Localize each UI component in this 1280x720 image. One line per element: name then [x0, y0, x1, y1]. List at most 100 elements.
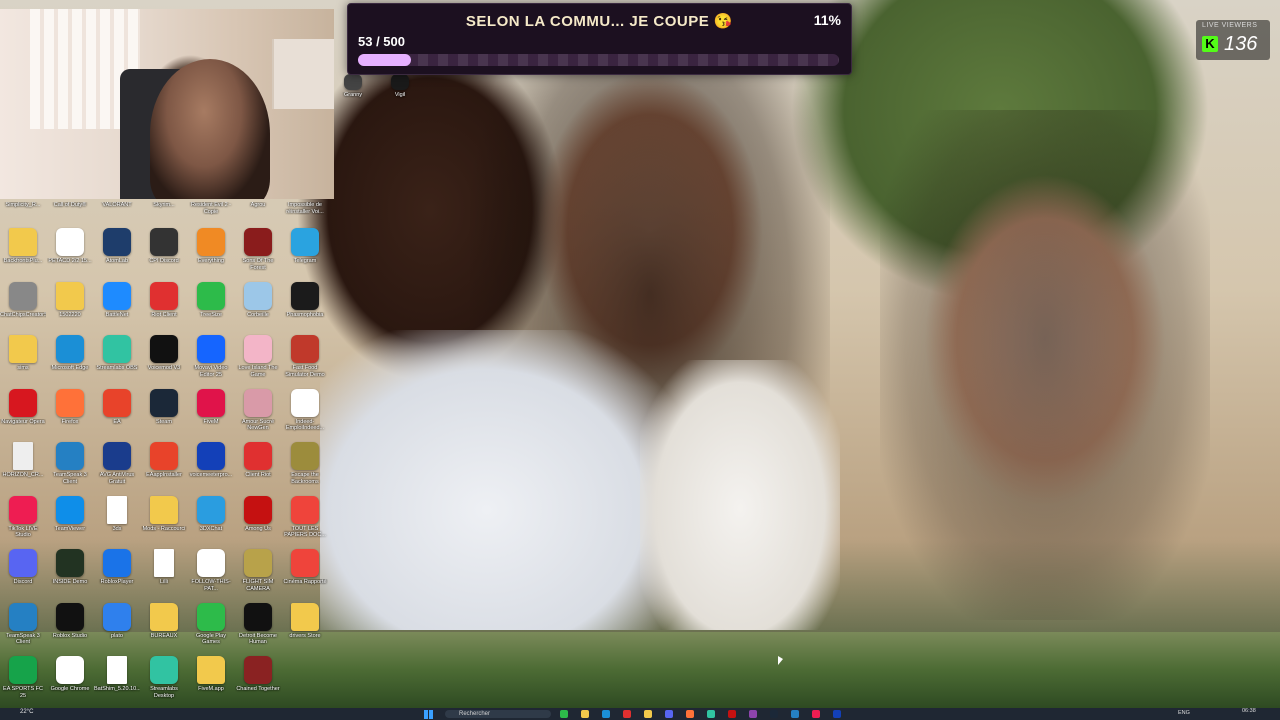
desktop-icon-label: Movavi Video Editor 25 [194, 365, 228, 378]
desktop-icon[interactable]: TikTok LIVE Studio [0, 495, 46, 548]
desktop-icon[interactable]: Everything [188, 228, 234, 280]
desktop-icon[interactable]: BattleNet [94, 281, 140, 334]
desktop-icon[interactable]: Lilli [141, 549, 187, 601]
desktop-icon[interactable]: BackfrontsPlu... [0, 228, 46, 280]
desktop-icon[interactable]: Escape the Backrooms [282, 442, 328, 494]
desktop-icon[interactable]: Google Chrome [47, 656, 93, 708]
desktop-icon[interactable]: 1502220 [47, 281, 93, 334]
desktop-icon[interactable]: CPI Discord [141, 228, 187, 280]
taskbar-app-icon[interactable] [749, 710, 757, 718]
desktop-icon[interactable]: Steam [141, 388, 187, 441]
desktop-icon[interactable]: Fast Food Simulator Demo [282, 335, 328, 387]
desktop-icon[interactable]: TOUT LES PAPIERS DOC... [282, 495, 328, 548]
desktop-icon[interactable]: Roblox Studio [47, 602, 93, 655]
desktop-icon[interactable]: Detroit Become Human [235, 602, 281, 655]
desktop-icon[interactable]: Vigil [377, 74, 423, 104]
taskbar-app-icon[interactable] [602, 710, 610, 718]
desktop-icon[interactable]: Corbeille [235, 281, 281, 334]
desktop-icon[interactable]: Riot Client [141, 281, 187, 334]
desktop-icon-label: Chained Together [236, 686, 280, 692]
desktop-icon[interactable]: sims [0, 335, 46, 387]
desktop-icon[interactable]: EA SPORTS FC 25 [0, 656, 46, 708]
desktop-icon-label: TreeSize [200, 311, 222, 318]
taskbar-language[interactable]: ENG [1178, 710, 1190, 716]
desktop-icon-label: AVG AntiVirus Gratuit [99, 472, 135, 485]
desktop-icon[interactable]: FiveM.app [188, 656, 234, 708]
desktop-icon[interactable]: Indeed-EmploiIndeed... [282, 388, 328, 441]
desktop-icon[interactable]: Voicemod V3 [141, 335, 187, 387]
desktop-icon[interactable]: TeamViewer [47, 495, 93, 548]
desktop-icon[interactable]: Impossible de réinstaller Voi... [282, 198, 328, 222]
desktop-icon[interactable]: TeamSpeak 3 Client [47, 442, 93, 494]
desktop-icon[interactable]: Firefox [47, 388, 93, 441]
taskbar-app-icon[interactable] [560, 710, 568, 718]
desktop-icon[interactable]: Simplicity_R... [0, 198, 46, 222]
desktop-icon[interactable]: plato [94, 602, 140, 655]
taskbar-search[interactable]: Rechercher [445, 710, 551, 718]
desktop-icon-label: Corbeille [247, 311, 269, 318]
desktop-icon[interactable]: Google Play Games [188, 602, 234, 655]
taskbar-app-icon[interactable] [686, 710, 694, 718]
desktop-icon[interactable]: Agrou [235, 198, 281, 222]
taskbar-app-icon[interactable] [791, 710, 799, 718]
desktop-icon[interactable]: Streamlabs Desktop [141, 656, 187, 708]
taskbar-app-icon[interactable] [581, 710, 589, 718]
desktop-icon[interactable]: AVG AntiVirus Gratuit [94, 442, 140, 494]
desktop-icon[interactable]: Among Us [235, 495, 281, 548]
desktop-icon[interactable]: VALORANT [94, 198, 140, 222]
desktop-icon[interactable]: TeamSpeak 3 Client [0, 602, 46, 655]
desktop-icon[interactable]: Sons Of The Forest [235, 228, 281, 280]
weather-widget[interactable]: 22°C [20, 709, 33, 715]
desktop-icon[interactable]: EA [94, 388, 140, 441]
taskbar-app-icon[interactable] [665, 710, 673, 718]
desktop-icon[interactable]: Movavi Video Editor 25 [188, 335, 234, 387]
desktop-icon[interactable]: Call of Duty® [47, 198, 93, 222]
taskbar-app-icon[interactable] [644, 710, 652, 718]
desktop-icon[interactable]: Microsoft Edge [47, 335, 93, 387]
desktop-icon[interactable]: INSIDE Demo [47, 549, 93, 601]
desktop-icon[interactable]: Amour Sucré NewGen [235, 388, 281, 441]
desktop-icon[interactable]: Navigateur Opera [0, 388, 46, 441]
desktop-icon[interactable]: Chained Together [235, 656, 281, 708]
desktop-icon-label: FiveM [203, 418, 219, 425]
windows-start-icon[interactable] [424, 710, 433, 719]
desktop-icon[interactable]: voicemeeterpro... [188, 442, 234, 494]
desktop-icon[interactable]: 3DXChat [188, 495, 234, 548]
desktop-icon[interactable]: Phasmophobia [282, 281, 328, 334]
desktop-icon[interactable]: Resident Evil 2 - Copie [188, 198, 234, 222]
desktop-icon[interactable]: ChatChipsCreatorStudio [0, 281, 46, 334]
desktop-icon[interactable]: 3ds [94, 495, 140, 548]
desktop-icon[interactable]: TreeSize [188, 281, 234, 334]
desktop-icon[interactable]: AtomLab [94, 228, 140, 280]
taskbar-app-icon[interactable] [812, 710, 820, 718]
obs-icon [103, 335, 131, 363]
desktop-icon[interactable]: EAappInstaller [141, 442, 187, 494]
wallpaper-photo-shade [880, 110, 1210, 620]
desktop-icon[interactable]: Streamlabs OBS [94, 335, 140, 387]
taskbar-app-icon[interactable] [707, 710, 715, 718]
desktop-icon[interactable]: HORIZON_CR... [0, 442, 46, 494]
taskbar-app-icon[interactable] [770, 710, 778, 718]
desktop-icon[interactable]: BatShim_5.20.10... [94, 656, 140, 708]
desktop-icon[interactable]: FOLLOW-THIS-PAT... [188, 549, 234, 601]
taskbar-app-icon[interactable] [728, 710, 736, 718]
taskbar-app-icon[interactable] [833, 710, 841, 718]
desktop-icon[interactable]: RobloxPlayer [94, 549, 140, 601]
file-icon [13, 442, 33, 470]
desktop-icon[interactable]: Cinéma Rapporté [282, 549, 328, 601]
desktop-icon[interactable]: BUREAUX [141, 602, 187, 655]
desktop-icon[interactable]: PETACD 2/2 15... [47, 228, 93, 280]
desktop-icon[interactable]: Mods - Raccourci [141, 495, 187, 548]
desktop-icon[interactable]: FLIGHT SIM CAMERA [235, 549, 281, 601]
desktop-icon[interactable]: FiveM [188, 388, 234, 441]
taskbar-clock[interactable]: 06:38 [1242, 708, 1256, 714]
desktop-icon-label: BattleNet [105, 311, 129, 318]
desktop-icon[interactable]: Love Island The Game [235, 335, 281, 387]
desktop-icon[interactable]: drivers Store [282, 602, 328, 655]
taskbar-app-icon[interactable] [623, 710, 631, 718]
desktop-icon[interactable]: Telegram [282, 228, 328, 280]
desktop-icon[interactable]: Discord [0, 549, 46, 601]
desktop-icon[interactable]: Granny [330, 74, 376, 104]
desktop-icon[interactable]: Client Riot [235, 442, 281, 494]
desktop-icon[interactable]: Skyrim... [141, 198, 187, 222]
